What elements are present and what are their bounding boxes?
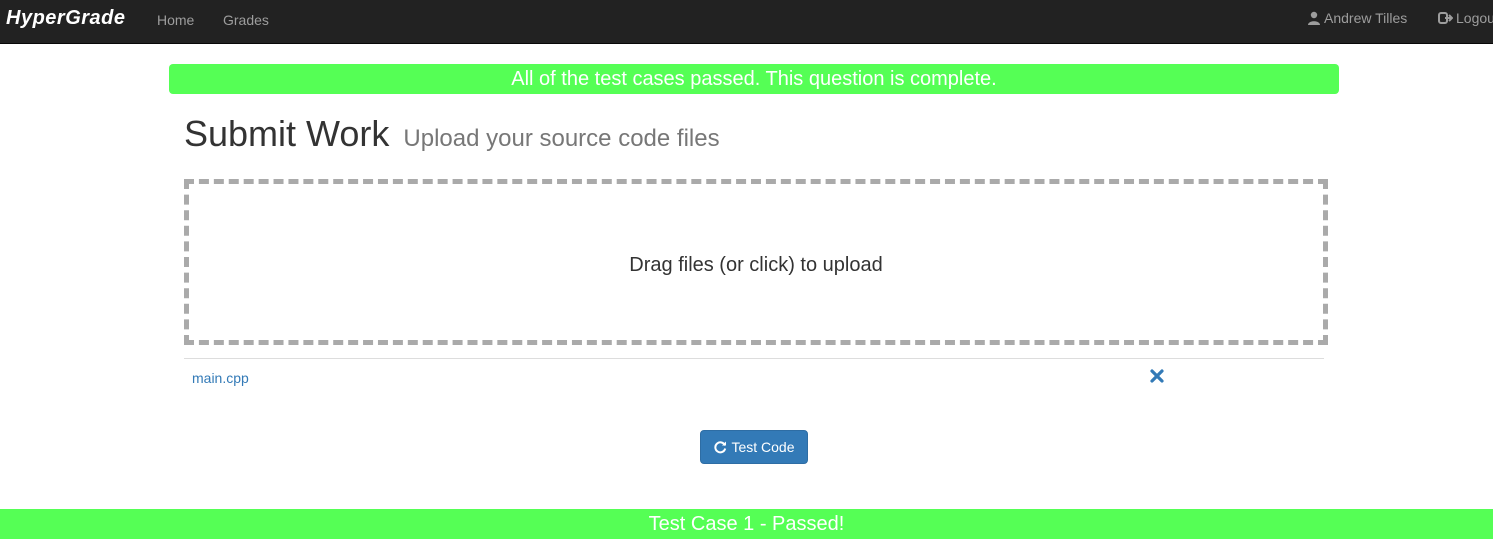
file-list: main.cpp (184, 358, 1324, 397)
refresh-icon (713, 440, 727, 454)
page-title-text: Submit Work (184, 113, 390, 154)
nav-grades-link[interactable]: Grades (223, 11, 269, 29)
file-link-main-cpp[interactable]: main.cpp (192, 370, 249, 386)
top-navbar: HyperGrade Home Grades Andrew Tilles Log… (0, 0, 1493, 44)
dropzone-message: Drag files (or click) to upload (629, 254, 883, 276)
remove-file-icon[interactable] (1150, 369, 1164, 388)
success-alert: All of the test cases passed. This quest… (169, 64, 1339, 94)
logout-label: Logout (1456, 10, 1493, 26)
nav-user-link[interactable]: Andrew Tilles (1307, 9, 1407, 27)
test-code-label: Test Code (731, 439, 795, 455)
test-code-button[interactable]: Test Code (700, 430, 808, 464)
file-dropzone[interactable]: Drag files (or click) to upload (184, 179, 1328, 345)
user-icon (1307, 11, 1321, 25)
page-subtitle: Upload your source code files (403, 125, 720, 152)
page-title: Submit Work Upload your source code file… (184, 112, 720, 161)
test-case-result: Test Case 1 - Passed! (0, 509, 1493, 539)
logout-icon (1438, 11, 1453, 25)
user-name: Andrew Tilles (1324, 10, 1408, 26)
brand-logo[interactable]: HyperGrade (6, 6, 126, 30)
nav-home-link[interactable]: Home (157, 11, 194, 29)
logout-link[interactable]: Logout (1438, 9, 1493, 27)
